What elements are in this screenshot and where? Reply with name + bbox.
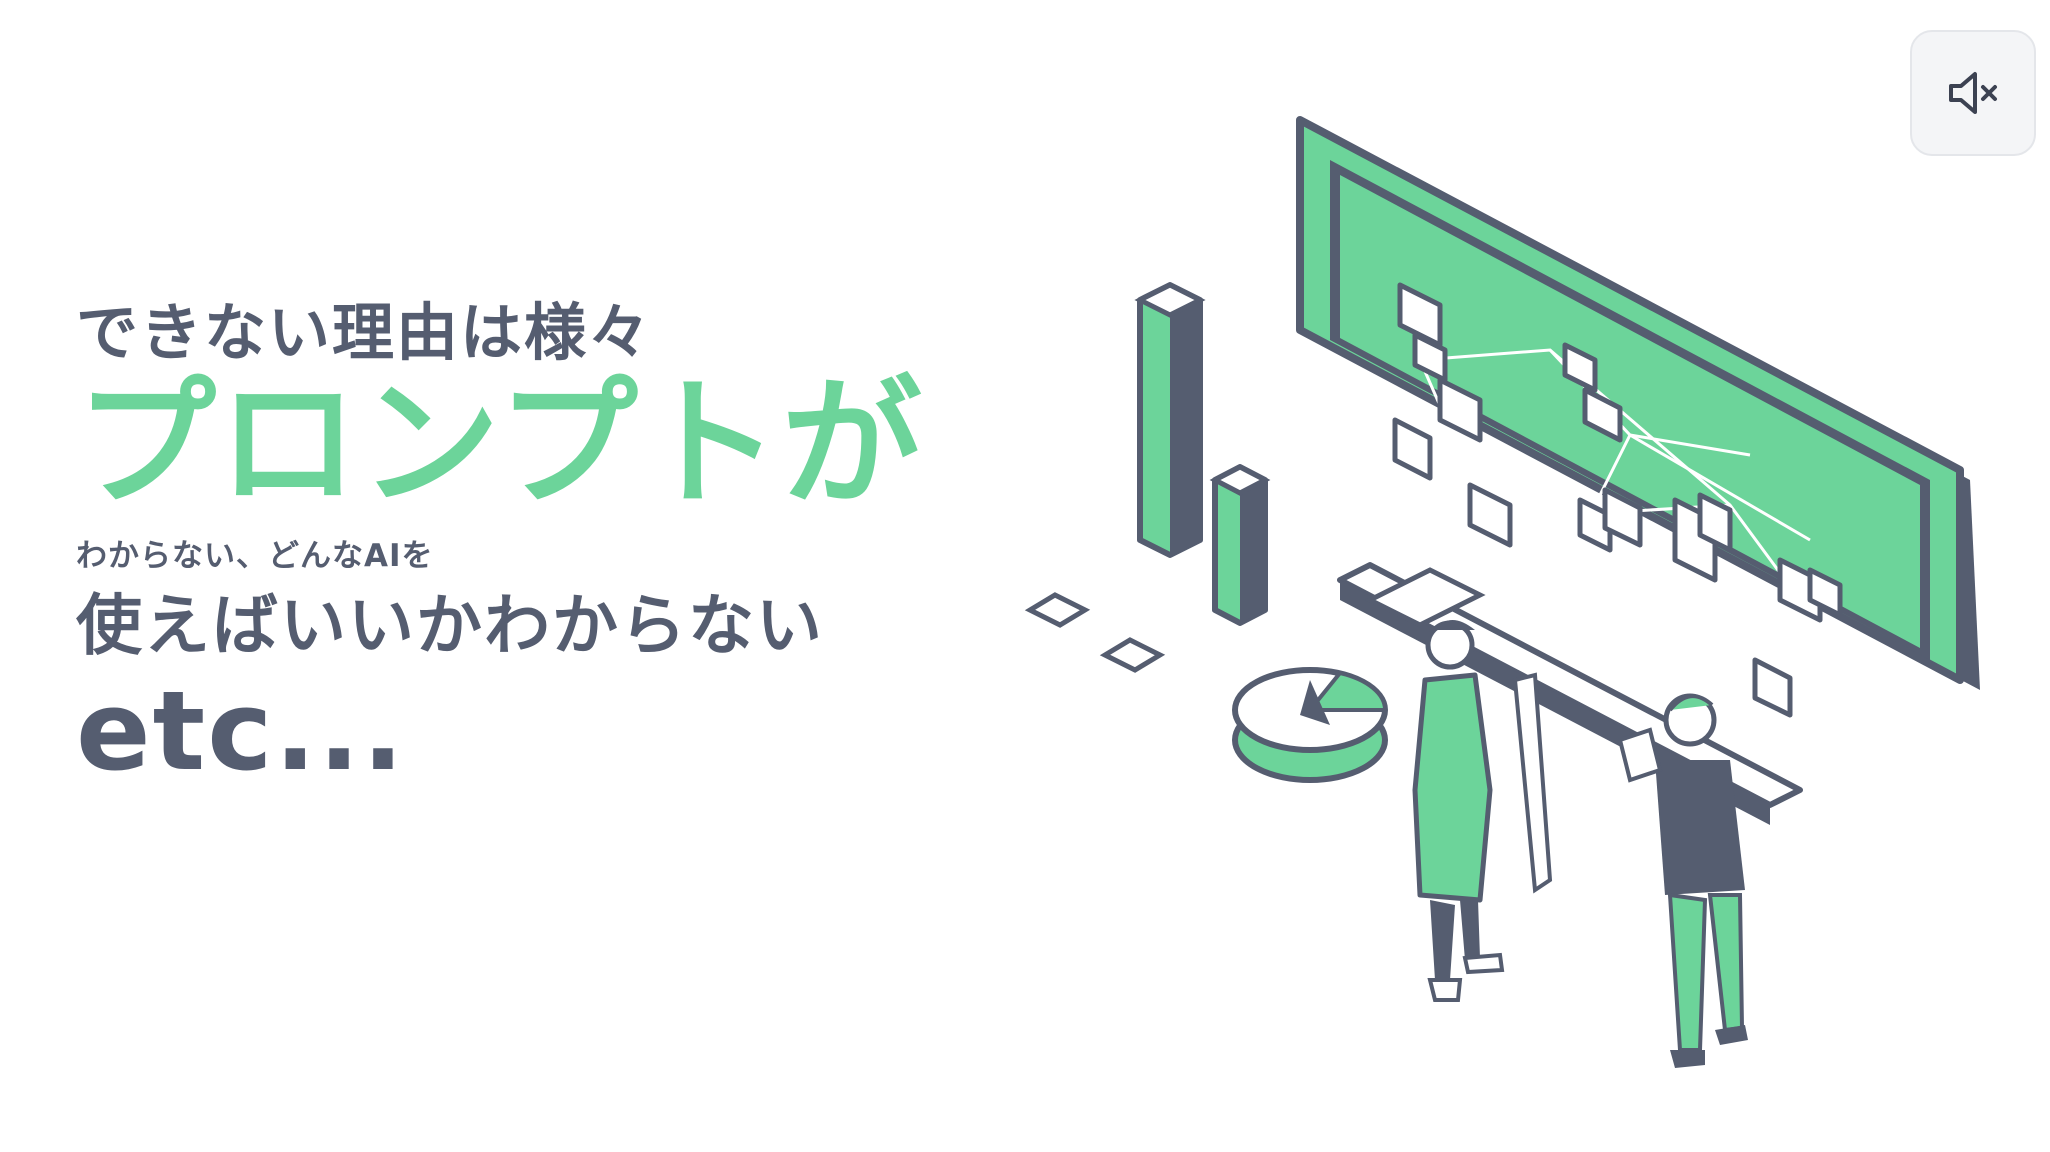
pie-chart-graphic (1232, 667, 1388, 783)
slide-line-which-to-use: 使えばいいかわからない (76, 586, 824, 664)
slide-line-etc: etc... (76, 666, 406, 795)
slide-line-reasons: できない理由は様々 (76, 296, 653, 369)
slide-text-block: できない理由は様々 プロンプトが わからない、どんなAIを 使えばいいかわからな… (76, 300, 976, 789)
bar-chart-blocks (1024, 282, 1271, 673)
slide-line-prompt: プロンプトが (76, 363, 924, 527)
data-analysis-illustration (1024, 116, 1980, 1068)
person-left (1412, 620, 1553, 1002)
slide-line-unknown-ai: わからない、どんなAIを (76, 538, 434, 575)
slide: できない理由は様々 プロンプトが わからない、どんなAIを 使えばいいかわからな… (0, 0, 2050, 1152)
